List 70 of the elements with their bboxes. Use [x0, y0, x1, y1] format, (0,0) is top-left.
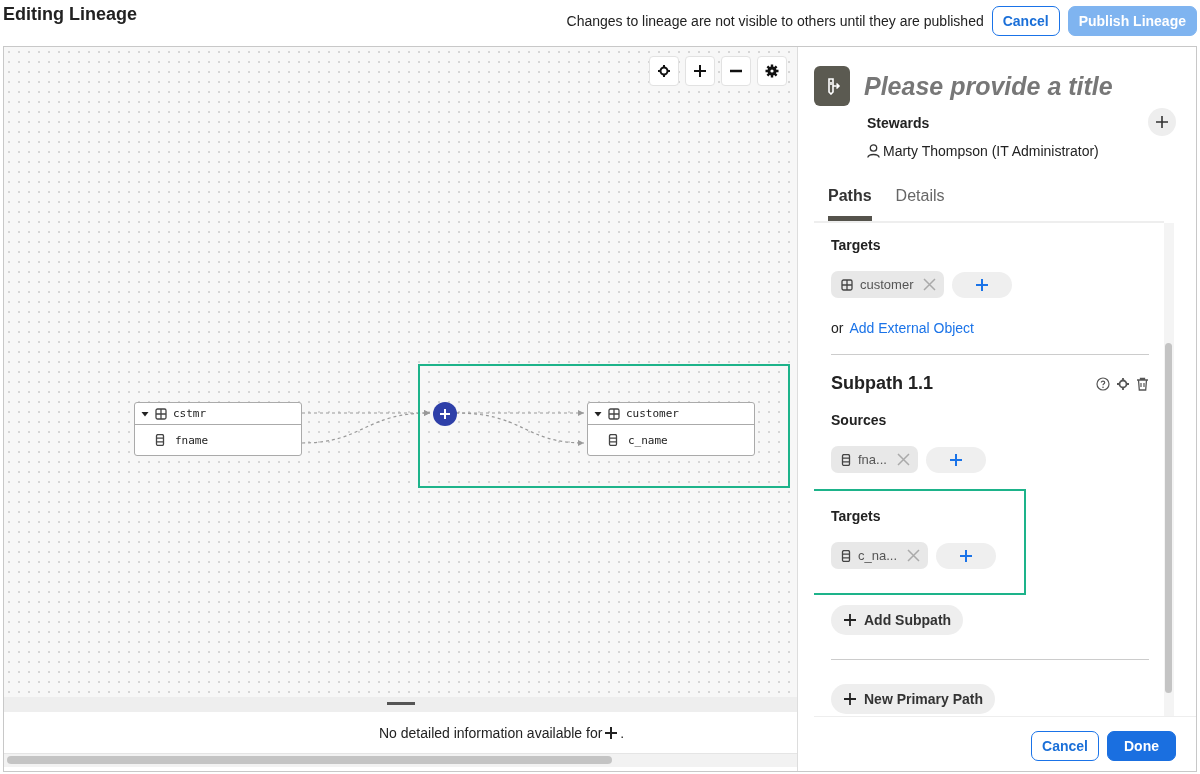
- person-icon: [867, 144, 880, 158]
- add-button[interactable]: [952, 271, 1013, 298]
- stewards-label: Stewards: [867, 115, 930, 131]
- title-field[interactable]: Please provide a title: [864, 71, 1164, 101]
- tab[interactable]: Details: [895, 187, 945, 221]
- chip-label: customer: [860, 277, 914, 292]
- plus-icon: [604, 725, 619, 740]
- zoom-in-button[interactable]: [685, 56, 715, 86]
- zoom-in-icon: [693, 64, 707, 78]
- add-external-object-link[interactable]: Add External Object: [849, 320, 974, 336]
- page-title: Editing Lineage: [3, 4, 137, 25]
- recenter-button[interactable]: [649, 56, 679, 86]
- plus-icon: [843, 613, 857, 627]
- add-subpath-button[interactable]: Add Subpath: [831, 605, 964, 635]
- node-title: cstmr: [173, 407, 207, 420]
- cancel-button[interactable]: Cancel: [991, 6, 1060, 36]
- column-icon: [841, 453, 851, 466]
- section-label: Sources: [831, 412, 888, 428]
- column-icon: [155, 434, 165, 446]
- table-icon: [155, 407, 167, 420]
- object-chip[interactable]: c_na...: [831, 542, 929, 569]
- plus-icon: [975, 277, 990, 292]
- section-label: Targets: [831, 237, 882, 253]
- info-text: .: [620, 724, 625, 741]
- plus-icon: [1155, 115, 1169, 129]
- recenter-icon: [657, 64, 671, 78]
- add-node-button[interactable]: [433, 402, 457, 426]
- trash-icon[interactable]: [1136, 376, 1149, 391]
- chip-label: fna...: [858, 452, 887, 467]
- settings-icon: [765, 64, 779, 78]
- column-icon: [608, 434, 618, 446]
- add-button[interactable]: [936, 542, 997, 569]
- column-name: c_name: [628, 433, 668, 447]
- help-icon[interactable]: [1096, 376, 1110, 391]
- scrollbar-thumb[interactable]: [7, 756, 612, 764]
- object-chip[interactable]: fna...: [831, 446, 918, 473]
- table-node[interactable]: cstmr fname: [134, 402, 302, 456]
- chip-label: c_na...: [858, 548, 898, 563]
- done-button[interactable]: Done: [1107, 731, 1176, 761]
- section-label: Targets: [831, 508, 882, 524]
- table-icon: [608, 407, 620, 420]
- info-text: No detailed information available for: [379, 724, 603, 741]
- column-name: fname: [175, 433, 209, 447]
- plus-icon: [439, 408, 451, 420]
- plus-icon: [843, 692, 857, 706]
- scrollbar-thumb[interactable]: [1165, 343, 1172, 693]
- table-node[interactable]: customer c_name: [587, 402, 755, 456]
- zoom-out-button[interactable]: [721, 56, 751, 86]
- add-steward-button[interactable]: [1148, 108, 1176, 136]
- subpath-title: Subpath 1.1: [831, 373, 933, 394]
- node-title: customer: [626, 407, 679, 420]
- tab[interactable]: Paths: [828, 187, 872, 221]
- column-icon: [841, 549, 851, 562]
- settings-button[interactable]: [757, 56, 787, 86]
- cancel-button[interactable]: Cancel: [1031, 731, 1099, 761]
- drawer-handle[interactable]: [386, 702, 415, 705]
- close-icon: [907, 549, 921, 562]
- table-icon: [841, 278, 853, 291]
- or-text: or: [831, 320, 844, 336]
- add-button[interactable]: [925, 446, 986, 473]
- plus-icon: [948, 452, 963, 467]
- object-chip[interactable]: customer: [831, 271, 945, 298]
- steward-name: Marty Thompson (IT Administrator): [883, 143, 1099, 159]
- notice-text: Changes to lineage are not visible to others until they are published: [566, 13, 984, 29]
- new-primary-path-button[interactable]: New Primary Path: [831, 684, 996, 714]
- close-icon: [896, 453, 910, 466]
- close-icon: [923, 278, 937, 291]
- lineage-icon: [814, 66, 850, 106]
- plus-icon: [959, 548, 974, 563]
- recenter-icon[interactable]: [1116, 376, 1130, 391]
